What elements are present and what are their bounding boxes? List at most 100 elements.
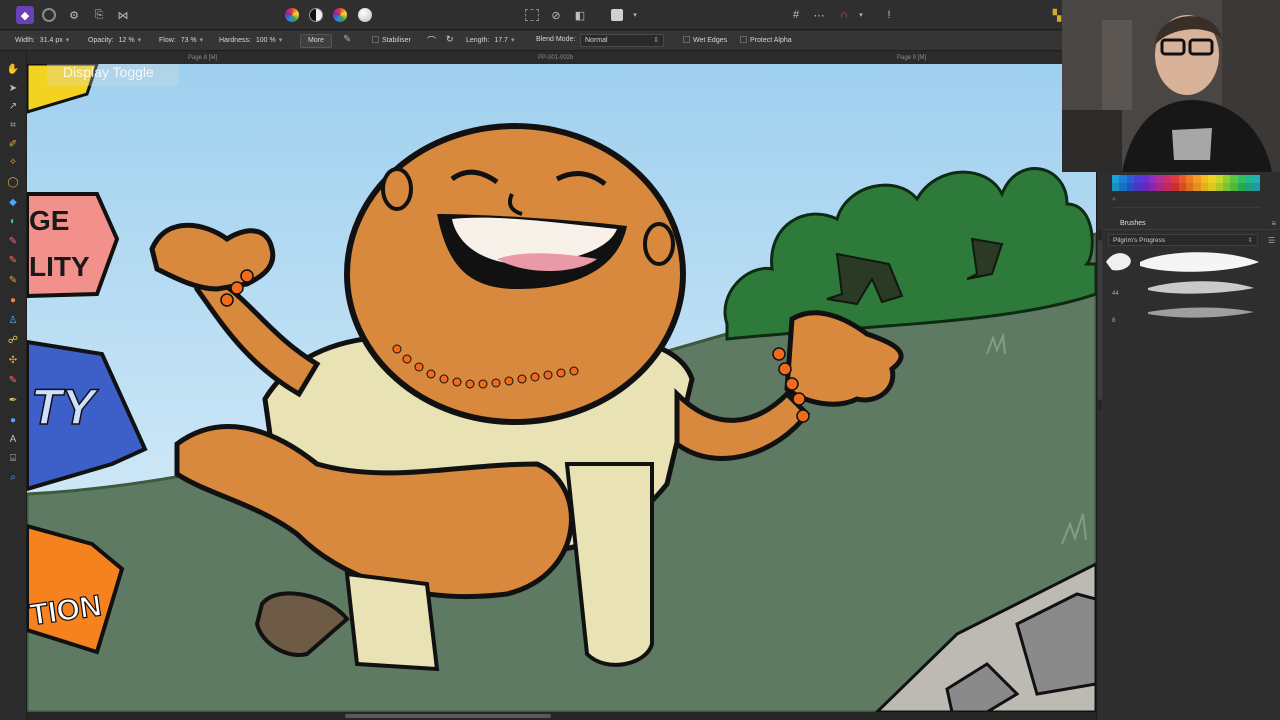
grid-snap-icon[interactable]: # [787, 6, 805, 24]
length-value[interactable]: 17.7 [494, 37, 508, 44]
move-tool-icon[interactable]: ➤ [6, 81, 20, 95]
snapping-magnet-icon[interactable]: ∩ [835, 6, 853, 24]
chevron-down-icon[interactable]: ▾ [200, 37, 204, 44]
window-mode-icon[interactable]: ↻ [446, 34, 454, 45]
smudge-tool-icon[interactable]: ☍ [6, 333, 20, 347]
fill-tool-icon[interactable]: ◆ [6, 195, 20, 209]
wet-edges-checkbox[interactable] [683, 36, 690, 43]
stabiliser-toggle[interactable]: Stabiliser [372, 36, 411, 44]
wet-edges-toggle[interactable]: Wet Edges [683, 36, 727, 44]
gradient-tool-icon[interactable]: ◐ [6, 214, 20, 228]
pen-tool-icon[interactable]: ✒ [6, 393, 20, 407]
swatch[interactable] [1178, 183, 1186, 191]
swatch[interactable] [1215, 183, 1223, 191]
protect-alpha-checkbox[interactable] [740, 36, 747, 43]
persona-photo-icon[interactable]: ◆ [16, 6, 34, 24]
chevron-down-icon[interactable]: ▾ [66, 37, 70, 44]
hardness-control[interactable]: Hardness: 100 % ▾ [219, 36, 282, 44]
swatch[interactable] [1252, 175, 1260, 183]
swatch[interactable] [1178, 175, 1186, 183]
levels-icon[interactable] [307, 6, 325, 24]
persona-develop-icon[interactable]: ⚙ [65, 6, 83, 24]
swatch[interactable] [1245, 183, 1253, 191]
swatch[interactable] [1171, 175, 1179, 183]
color-swatches[interactable] [1112, 175, 1260, 191]
chevron-down-icon[interactable]: ▾ [138, 37, 142, 44]
clone-tool-icon[interactable]: ♙ [6, 313, 20, 327]
swatch[interactable] [1149, 183, 1157, 191]
swatch[interactable] [1186, 175, 1194, 183]
color-picker-icon[interactable] [283, 6, 301, 24]
crop-tool-icon[interactable]: ⌗ [6, 118, 20, 132]
stabiliser-checkbox[interactable] [372, 36, 379, 43]
swatch[interactable] [1156, 175, 1164, 183]
chevron-down-icon[interactable]: ▾ [511, 37, 515, 44]
swatch[interactable] [1112, 183, 1120, 191]
swatch[interactable] [1193, 175, 1201, 183]
swatch[interactable] [1237, 183, 1246, 191]
hsl-icon[interactable] [331, 6, 349, 24]
swatch[interactable] [1126, 183, 1135, 191]
swatch[interactable] [1200, 183, 1209, 191]
brush-preview-2[interactable] [1148, 281, 1254, 294]
hardness-value[interactable]: 100 % [256, 37, 276, 44]
color-picker-tool-icon[interactable]: ⌸ [6, 451, 20, 465]
swatch[interactable] [1134, 183, 1142, 191]
swatch[interactable] [1134, 175, 1142, 183]
rope-mode-icon[interactable]: ⌒ [427, 34, 436, 47]
healing-tool-icon[interactable]: ✎ [6, 373, 20, 387]
swatch[interactable] [1208, 183, 1216, 191]
quick-mask-chevron-icon[interactable]: ▾ [626, 6, 644, 24]
brush-category-select[interactable]: Pilgrim's Progress ⇕ [1108, 234, 1258, 246]
tab-brushes[interactable]: Brushes [1120, 220, 1146, 227]
horizontal-scrollbar[interactable] [27, 712, 1096, 720]
brush-options-icon[interactable]: ☰ [1268, 236, 1275, 245]
panel-menu-icon[interactable]: ≡ [1271, 219, 1276, 228]
swatch[interactable] [1149, 175, 1157, 183]
swatch[interactable] [1193, 183, 1201, 191]
swatch[interactable] [1119, 183, 1127, 191]
invert-selection-icon[interactable]: ◧ [571, 6, 589, 24]
assistant-icon[interactable]: ǃ [880, 6, 898, 24]
width-value[interactable]: 31.4 px [40, 37, 63, 44]
dodge-tool-icon[interactable]: ✎ [6, 273, 20, 287]
blur-tool-icon[interactable]: ✣ [6, 353, 20, 367]
swatch[interactable] [1208, 175, 1216, 183]
protect-alpha-toggle[interactable]: Protect Alpha [740, 36, 792, 44]
text-tool-icon[interactable]: A [6, 432, 20, 446]
flood-select-icon[interactable]: ✧ [6, 155, 20, 169]
chevron-down-icon[interactable]: ▾ [279, 37, 283, 44]
swatch[interactable] [1223, 175, 1231, 183]
marquee-select-icon[interactable] [523, 6, 541, 24]
snapping-options-icon[interactable]: ⋯ [810, 6, 828, 24]
swatch[interactable] [1163, 183, 1172, 191]
blend-mode-select[interactable]: Normal ⇕ [580, 34, 664, 47]
force-pressure-icon[interactable]: ✎ [343, 34, 351, 45]
flow-control[interactable]: Flow: 73 % ▾ [159, 36, 203, 44]
swatch[interactable] [1200, 175, 1209, 183]
zoom-tool-icon[interactable]: ⌕ [6, 470, 20, 484]
brush-list[interactable] [1104, 248, 1264, 332]
persona-liquify-icon[interactable] [40, 6, 58, 24]
marquee-tool-icon[interactable]: ◯ [6, 175, 20, 189]
document-canvas[interactable]: GE LITY TY TION Display Toggle [27, 64, 1096, 712]
color-replacement-icon[interactable]: ✎ [6, 253, 20, 267]
selection-brush-icon[interactable]: ✐ [6, 137, 20, 151]
width-control[interactable]: Width: 31.4 px ▾ [15, 36, 69, 44]
deselect-icon[interactable]: ⊘ [547, 6, 565, 24]
more-button[interactable]: More [300, 34, 332, 48]
flow-value[interactable]: 73 % [181, 37, 197, 44]
persona-tone-map-icon[interactable]: ⎘ [90, 6, 108, 24]
paint-brush-icon[interactable]: ✎ [6, 234, 20, 248]
persona-export-icon[interactable]: ⋈ [114, 6, 132, 24]
swatch[interactable] [1141, 183, 1149, 191]
swatch[interactable] [1223, 183, 1231, 191]
swatch[interactable] [1141, 175, 1149, 183]
swatch[interactable] [1237, 175, 1246, 183]
burn-tool-icon[interactable]: ● [6, 293, 20, 307]
length-control[interactable]: Length: 17.7 ▾ [466, 36, 514, 44]
brush-preview-1[interactable] [1140, 252, 1259, 272]
swatch[interactable] [1126, 175, 1135, 183]
scrollbar-thumb[interactable] [345, 714, 551, 718]
swatch[interactable] [1112, 175, 1120, 183]
